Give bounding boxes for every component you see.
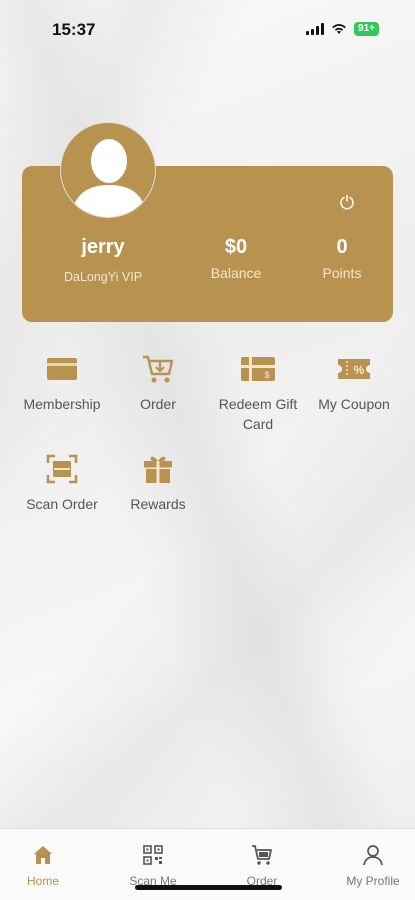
redeem-gift-card-tile[interactable]: $ Redeem Gift Card	[204, 352, 312, 434]
scan-order-label: Scan Order	[26, 496, 98, 512]
order-tile[interactable]: Order	[106, 352, 210, 414]
redeem-label-line2: Card	[242, 416, 274, 432]
coupon-icon: %	[338, 359, 370, 379]
rewards-label: Rewards	[130, 496, 186, 512]
order-label: Order	[140, 396, 176, 412]
my-coupon-tile[interactable]: % My Coupon	[302, 352, 406, 414]
wifi-icon	[332, 24, 346, 34]
scan-order-tile[interactable]: Scan Order	[10, 452, 114, 514]
home-indicator	[135, 885, 282, 890]
status-bar: 15:37 91+	[0, 0, 415, 60]
cart-icon	[252, 845, 272, 865]
profile-icon	[363, 845, 383, 866]
redeem-gift-card-label: Redeem Gift Card	[204, 394, 312, 434]
qr-icon	[143, 845, 163, 865]
user-silhouette-icon	[71, 139, 147, 217]
balance-value[interactable]: $0	[196, 236, 276, 259]
membership-label: Membership	[23, 396, 101, 412]
home-icon	[34, 846, 52, 864]
points-value[interactable]: 0	[302, 236, 382, 259]
gift-card-icon: $	[241, 357, 275, 381]
cart-icon	[143, 355, 174, 383]
avatar[interactable]	[60, 122, 156, 218]
points-label: Points	[322, 265, 362, 281]
svg-text:$: $	[264, 370, 269, 380]
gift-icon	[144, 456, 172, 483]
tab-home[interactable]: Home	[3, 843, 83, 888]
power-icon[interactable]	[339, 194, 355, 210]
my-coupon-label: My Coupon	[318, 396, 390, 412]
battery-indicator: 91+	[354, 22, 379, 36]
tab-scan-me[interactable]: Scan Me	[113, 843, 193, 888]
tab-order[interactable]: Order	[222, 843, 302, 888]
redeem-label-line1: Redeem Gift	[218, 396, 298, 412]
membership-card-icon	[47, 358, 77, 380]
user-name: jerry	[81, 236, 125, 258]
marble-background	[0, 0, 415, 900]
tab-home-label: Home	[26, 874, 59, 888]
user-level: DaLongYi VIP	[63, 270, 143, 284]
scan-icon	[46, 454, 78, 484]
rewards-tile[interactable]: Rewards	[106, 452, 210, 514]
signal-icon	[306, 23, 325, 35]
svg-text:%: %	[354, 363, 365, 377]
membership-tile[interactable]: Membership	[10, 352, 114, 414]
tab-my-profile[interactable]: My Profile	[333, 843, 413, 888]
status-icons: 91+	[306, 22, 379, 36]
balance-label: Balance	[210, 265, 262, 281]
tab-my-profile-label: My Profile	[346, 874, 400, 888]
status-time: 15:37	[52, 20, 96, 39]
